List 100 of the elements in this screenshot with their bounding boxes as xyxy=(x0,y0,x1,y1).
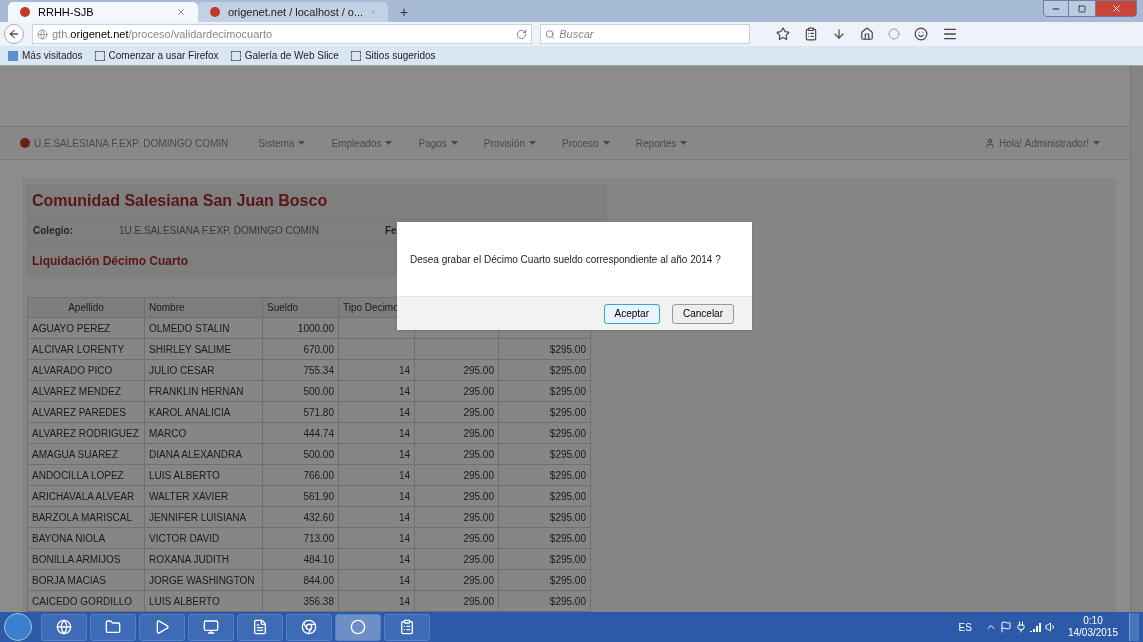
signal-icon[interactable] xyxy=(1029,622,1042,632)
bookmark-link[interactable]: Galería de Web Slice xyxy=(230,48,339,63)
table-cell: JULIO CESAR xyxy=(149,364,215,376)
dialog-button[interactable]: Aceptar xyxy=(603,303,660,324)
table-cell: CAICEDO GORDILLO xyxy=(32,595,133,607)
close-icon[interactable] xyxy=(176,7,186,17)
download-icon[interactable] xyxy=(832,27,846,41)
flag-icon[interactable] xyxy=(999,621,1012,633)
caret-icon xyxy=(450,141,458,146)
table-cell: $295.00 xyxy=(549,343,586,355)
address-bar[interactable]: gth.origenet.net/proceso/validardecimocuarto xyxy=(32,24,532,44)
table-cell: 14 xyxy=(398,574,410,586)
search-field[interactable]: Buscar xyxy=(540,24,750,44)
table-cell: 14 xyxy=(398,469,410,481)
taskbar-app-button[interactable] xyxy=(335,613,381,641)
table-cell: 484.10 xyxy=(303,553,334,565)
table-cell: FRANKLIN HERNAN xyxy=(149,385,244,397)
table-cell: 14 xyxy=(398,427,410,439)
language-indicator[interactable]: ES xyxy=(958,619,972,635)
table-cell: VICTOR DAVID xyxy=(149,532,220,544)
table-cell: 14 xyxy=(398,595,410,607)
table-cell: LUIS ALBERTO xyxy=(149,595,220,607)
back-arrow-icon xyxy=(8,28,20,40)
taskbar-app-button[interactable] xyxy=(188,613,234,641)
clock[interactable]: 0:10 14/03/2015 xyxy=(1059,615,1126,639)
taskbar-app-button[interactable] xyxy=(41,613,87,641)
table-cell: 295.00 xyxy=(463,448,494,460)
table-cell: 571.80 xyxy=(303,406,334,418)
minimize-button[interactable] xyxy=(1043,0,1069,17)
taskbar-app-button[interactable] xyxy=(286,613,332,641)
table-cell: 14 xyxy=(398,406,410,418)
menu-icon[interactable] xyxy=(942,26,958,42)
app-icon xyxy=(252,619,268,635)
caret-icon xyxy=(1093,141,1100,146)
dialog-button[interactable]: Cancelar xyxy=(671,303,734,324)
start-button[interactable] xyxy=(4,613,32,641)
table-cell: 14 xyxy=(398,532,410,544)
back-button[interactable] xyxy=(4,24,24,44)
tab-favicon-icon xyxy=(210,7,220,17)
table-cell: 844.00 xyxy=(303,574,334,586)
table-cell: BORJA MACIAS xyxy=(32,574,106,586)
table-cell: 295.00 xyxy=(463,595,494,607)
globe-icon xyxy=(37,28,48,40)
table-cell: 14 xyxy=(398,490,410,502)
table-cell: ALVAREZ PAREDES xyxy=(32,406,126,418)
table-cell: 295.00 xyxy=(463,532,494,544)
table-cell: JENNIFER LUISIANA xyxy=(149,511,247,523)
caret-icon xyxy=(602,141,610,146)
table-cell: 295.00 xyxy=(463,574,494,586)
table-cell: AMAGUA SUAREZ xyxy=(32,448,119,460)
table-cell: 14 xyxy=(398,448,410,460)
taskbar-app-button[interactable] xyxy=(139,613,185,641)
section-subtitle: Liquidación Décimo Cuarto xyxy=(32,254,188,268)
browser-tab[interactable]: origenet.net / localhost / o... xyxy=(198,2,388,22)
table-cell: 766.00 xyxy=(303,469,334,481)
field-label: Colegio: xyxy=(32,224,74,238)
bookmark-link[interactable]: Comenzar a usar Firefox xyxy=(94,48,219,63)
bookmark-link[interactable]: Sitios sugeridos xyxy=(350,48,436,63)
table-cell: $295.00 xyxy=(549,448,586,460)
table-cell: 500.00 xyxy=(303,448,334,460)
close-icon xyxy=(1110,3,1122,14)
table-cell: 670.00 xyxy=(303,343,334,355)
taskbar-app-button[interactable] xyxy=(90,613,136,641)
restore-icon xyxy=(1078,4,1086,13)
chat-icon[interactable] xyxy=(914,27,928,41)
table-cell: ALVAREZ RODRIGUEZ xyxy=(32,427,139,439)
volume-icon[interactable] xyxy=(1044,621,1057,633)
taskbar-app-button[interactable] xyxy=(384,613,430,641)
table-cell: $295.00 xyxy=(549,490,586,502)
browser-tab[interactable]: RRHH-SJB xyxy=(8,2,198,22)
table-cell: 295.00 xyxy=(463,364,494,376)
power-icon[interactable] xyxy=(1014,621,1027,633)
app-icon xyxy=(301,619,317,635)
table-cell: KAROL ANALICIA xyxy=(149,406,231,418)
table-cell: ALVAREZ MENDEZ xyxy=(32,385,122,397)
taskbar-app-button[interactable] xyxy=(237,613,283,641)
app-icon xyxy=(399,619,415,635)
table-cell: 295.00 xyxy=(463,406,494,418)
table-cell: $295.00 xyxy=(549,574,586,586)
table-cell: BAYONA NIOLA xyxy=(32,532,106,544)
table-cell: 14 xyxy=(398,364,410,376)
bookmark-link[interactable]: Más visitados xyxy=(8,48,83,63)
table-cell: 432.60 xyxy=(303,511,334,523)
reload-icon[interactable] xyxy=(516,28,527,40)
table-cell: 14 xyxy=(398,385,410,397)
clipboard-icon[interactable] xyxy=(804,27,818,41)
home-icon[interactable] xyxy=(860,27,874,41)
table-cell: WALTER XAVIER xyxy=(149,490,229,502)
scrollbar[interactable] xyxy=(1130,66,1143,612)
url-text: gth.origenet.net/proceso/validardecimocuarto xyxy=(52,26,274,42)
search-input[interactable]: Buscar xyxy=(559,25,745,43)
tab-title: RRHH-SJB xyxy=(38,4,95,20)
table-cell: 1000.00 xyxy=(297,322,334,334)
table-cell: 295.00 xyxy=(463,490,494,502)
dialog-message: Desea grabar el Décimo Cuarto sueldo correspondiente al año 2014 ? xyxy=(409,252,722,267)
table-cell: 755.34 xyxy=(303,364,334,376)
bookmark-star-icon[interactable] xyxy=(776,27,790,41)
new-tab-button[interactable]: + xyxy=(388,2,421,22)
user-icon xyxy=(984,138,995,149)
caret-icon xyxy=(680,141,688,146)
